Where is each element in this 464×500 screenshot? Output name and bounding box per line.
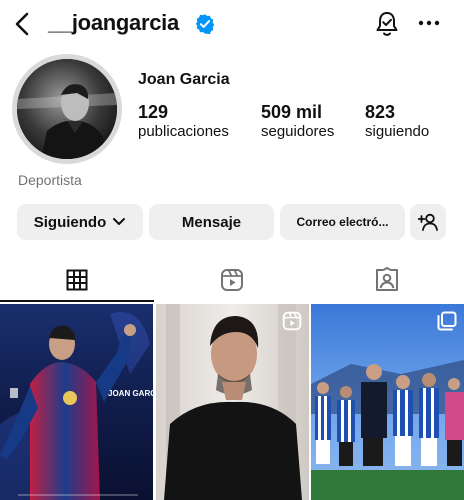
avatar-photo [17,59,117,159]
carousel-badge-icon [437,311,457,331]
more-options-icon[interactable] [418,15,440,31]
notifications-bell-icon[interactable] [374,10,400,38]
suggested-users-button[interactable] [410,204,446,240]
following-button[interactable]: Siguiendo [17,204,143,240]
tab-posts-grid[interactable] [0,258,154,302]
active-tab-indicator [0,300,154,302]
email-button-label: Correo electró... [296,215,389,229]
post-thumbnail[interactable] [311,304,464,500]
following-label[interactable]: siguiendo [365,123,429,140]
post-thumbnail[interactable]: JOAN GARCIA [0,304,153,500]
profile-username: __joangarcia [48,10,179,35]
add-user-icon [418,213,438,231]
reels-icon [221,269,243,291]
back-chevron-icon[interactable] [10,10,34,38]
following-count[interactable]: 823 [365,102,395,123]
verified-badge-icon [195,14,215,35]
message-button[interactable]: Mensaje [149,204,274,240]
message-button-label: Mensaje [181,213,242,231]
post-thumbnail[interactable] [156,304,309,500]
email-button[interactable]: Correo electró... [280,204,405,240]
avatar[interactable] [17,59,117,159]
grid-icon [66,269,88,291]
post-image-player-poster: JOAN GARCIA [0,304,153,500]
followers-count[interactable]: 509 mil [261,102,322,123]
chevron-down-icon [113,218,126,225]
tagged-icon [376,267,398,291]
post-image-portrait [156,304,309,500]
tab-tagged[interactable] [310,258,464,302]
post-caption: JOAN GARCIA [108,389,153,398]
following-button-label: Siguiendo [33,213,107,231]
reel-badge-icon [282,311,302,331]
profile-category: Deportista [18,172,82,188]
posts-label[interactable]: publicaciones [138,123,229,140]
tab-reels[interactable] [155,258,309,302]
profile-full-name: Joan Garcia [138,71,230,88]
followers-label[interactable]: seguidores [261,123,334,140]
post-image-team-celebration [311,304,464,500]
posts-count[interactable]: 129 [138,102,168,123]
